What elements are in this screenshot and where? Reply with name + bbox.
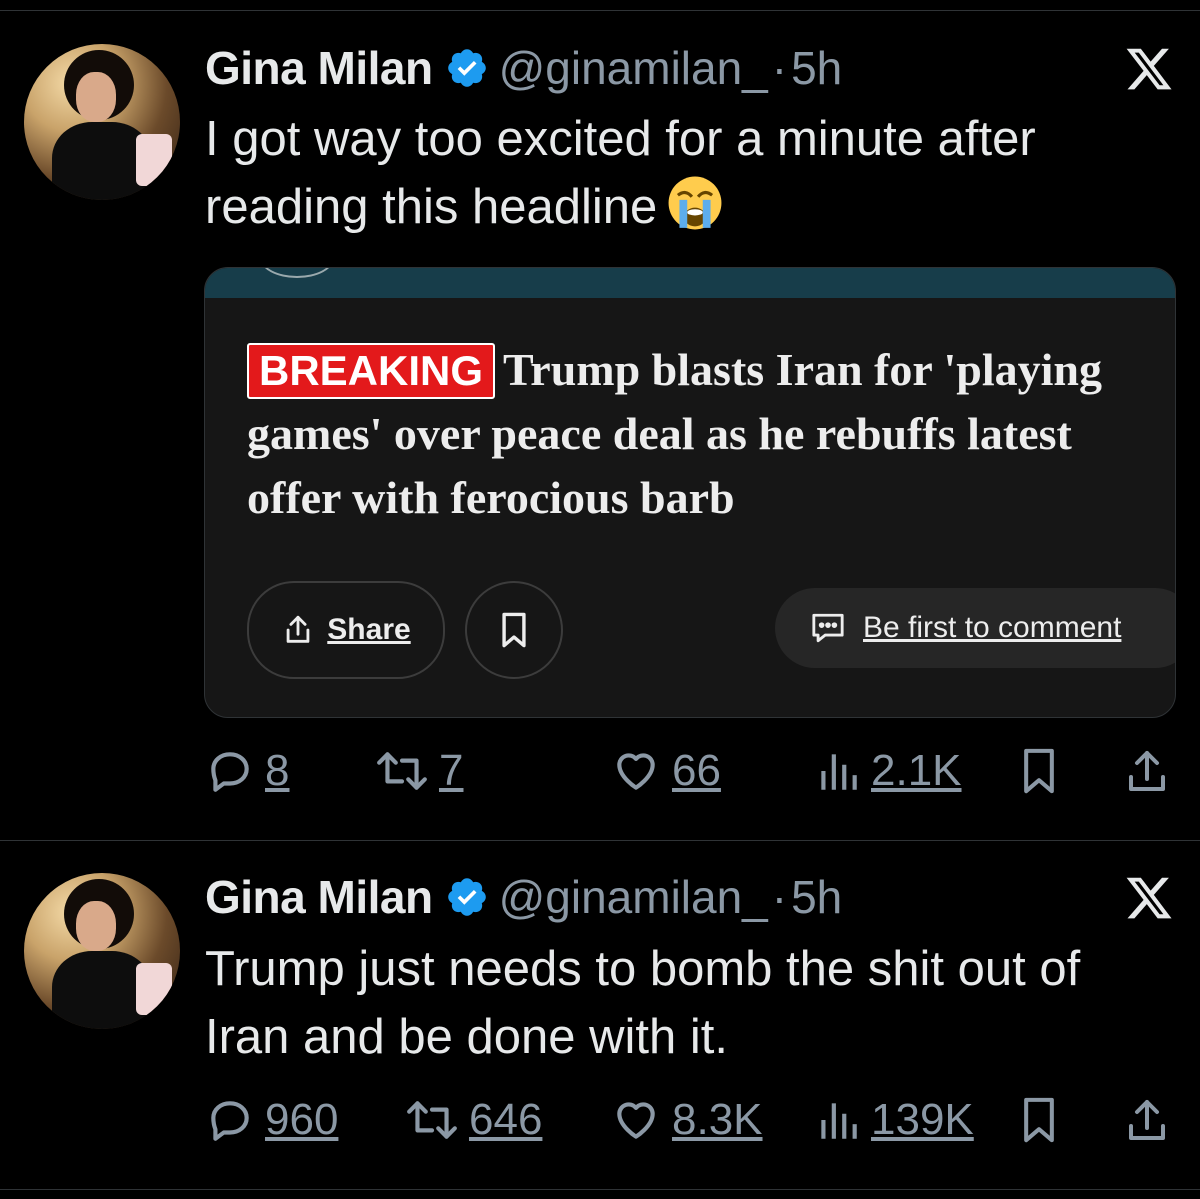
bookmark-button[interactable] xyxy=(1017,746,1061,796)
reply-icon xyxy=(211,1101,249,1141)
repost-count: 7 xyxy=(439,746,464,795)
comment-bubble-icon xyxy=(812,613,844,643)
author-name[interactable]: Gina Milan xyxy=(205,41,433,95)
tweet-text: Trump just needs to bomb the shit out of… xyxy=(205,935,1175,1071)
view-count: 2.1K xyxy=(871,746,962,795)
share-label: Share xyxy=(327,613,411,646)
card-header-band xyxy=(205,268,1175,298)
like-count: 8.3K xyxy=(672,1095,763,1144)
like-button[interactable]: 8.3K xyxy=(610,1095,763,1145)
tweet-header: Gina Milan @ginamilan_ · 5h xyxy=(205,38,842,98)
author-name[interactable]: Gina Milan xyxy=(205,870,433,924)
author-handle[interactable]: @ginamilan_ xyxy=(499,41,768,95)
author-avatar[interactable] xyxy=(24,873,180,1029)
card-share-button[interactable]: Share xyxy=(247,581,445,679)
like-button[interactable]: 66 xyxy=(610,746,721,796)
article-headline[interactable]: BREAKING Trump blasts Iran for 'playing g… xyxy=(247,338,1157,530)
article-card[interactable]: BREAKING Trump blasts Iran for 'playing g… xyxy=(204,267,1176,718)
bottom-divider xyxy=(0,1189,1200,1190)
author-avatar[interactable] xyxy=(24,44,180,200)
x-logo-icon xyxy=(1126,877,1172,919)
views-button[interactable]: 139K xyxy=(815,1095,974,1145)
share-icon xyxy=(1129,1100,1165,1140)
like-icon xyxy=(617,1102,655,1139)
reply-count: 960 xyxy=(265,1095,339,1144)
repost-count: 646 xyxy=(469,1095,543,1144)
tweet-actions: 8 7 66 2.1K xyxy=(205,746,1175,806)
share-button[interactable] xyxy=(1123,1095,1171,1145)
reply-button[interactable]: 8 xyxy=(205,746,289,796)
like-icon xyxy=(617,753,655,790)
loudly-crying-face-icon xyxy=(668,176,722,230)
tweet-text-line-1: Trump just needs to bomb the shit out of xyxy=(205,942,1081,996)
tweet-1[interactable]: Gina Milan @ginamilan_ · 5h I got way to… xyxy=(0,0,1200,840)
x-logo-icon xyxy=(1126,48,1172,90)
reply-count: 8 xyxy=(265,746,290,795)
author-handle[interactable]: @ginamilan_ xyxy=(499,870,768,924)
separator-dot: · xyxy=(771,871,788,923)
repost-button[interactable]: 7 xyxy=(375,746,463,796)
tweet-text-content: I got way too excited for a minute after… xyxy=(205,112,1036,234)
bookmark-button[interactable] xyxy=(1017,1095,1061,1145)
card-comment-button[interactable]: Be first to comment xyxy=(775,588,1175,668)
views-button[interactable]: 2.1K xyxy=(815,746,962,796)
reply-button[interactable]: 960 xyxy=(205,1095,338,1145)
share-button[interactable] xyxy=(1123,746,1171,796)
bookmark-icon xyxy=(1024,1097,1054,1143)
bookmark-icon xyxy=(1024,748,1054,794)
timestamp[interactable]: 5h xyxy=(791,41,842,95)
tweet-header: Gina Milan @ginamilan_ · 5h xyxy=(205,867,842,927)
bookmark-icon xyxy=(502,612,526,648)
separator-dot: · xyxy=(771,42,788,94)
views-icon xyxy=(821,754,857,790)
breaking-badge: BREAKING xyxy=(247,343,496,399)
verified-badge-icon xyxy=(447,878,486,916)
views-icon xyxy=(821,1103,857,1139)
card-bookmark-button[interactable] xyxy=(465,581,563,679)
share-icon xyxy=(286,615,310,643)
repost-button[interactable]: 646 xyxy=(405,1095,542,1145)
comment-label: Be first to comment xyxy=(863,611,1122,644)
tweet-text: I got way too excited for a minute after… xyxy=(205,105,1175,241)
like-count: 66 xyxy=(672,746,721,795)
tweet-text-line-2: Iran and be done with it. xyxy=(205,1010,729,1064)
repost-icon xyxy=(407,1101,457,1139)
verified-badge-icon xyxy=(447,49,486,87)
repost-icon xyxy=(377,752,427,790)
tweet-actions: 960 646 8.3K 139K xyxy=(205,1095,1175,1155)
reply-icon xyxy=(211,752,249,792)
tweet-2[interactable]: Gina Milan @ginamilan_ · 5h Trump just n… xyxy=(0,841,1200,1189)
share-icon xyxy=(1129,751,1165,791)
timestamp[interactable]: 5h xyxy=(791,870,842,924)
view-count: 139K xyxy=(871,1095,974,1144)
